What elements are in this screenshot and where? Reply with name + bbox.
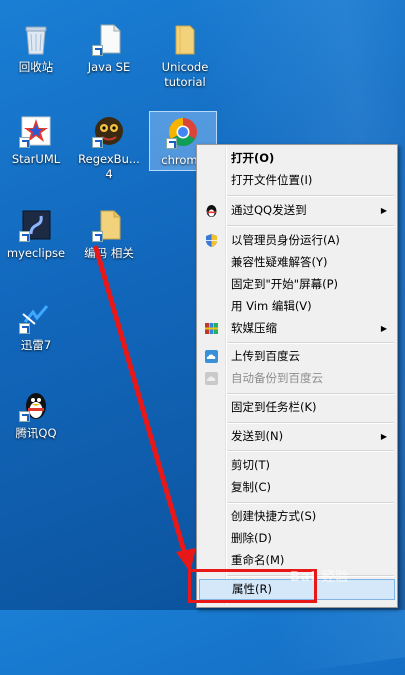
annotation-arrow — [93, 245, 196, 572]
watermark: Bai 经验 — [290, 570, 350, 585]
